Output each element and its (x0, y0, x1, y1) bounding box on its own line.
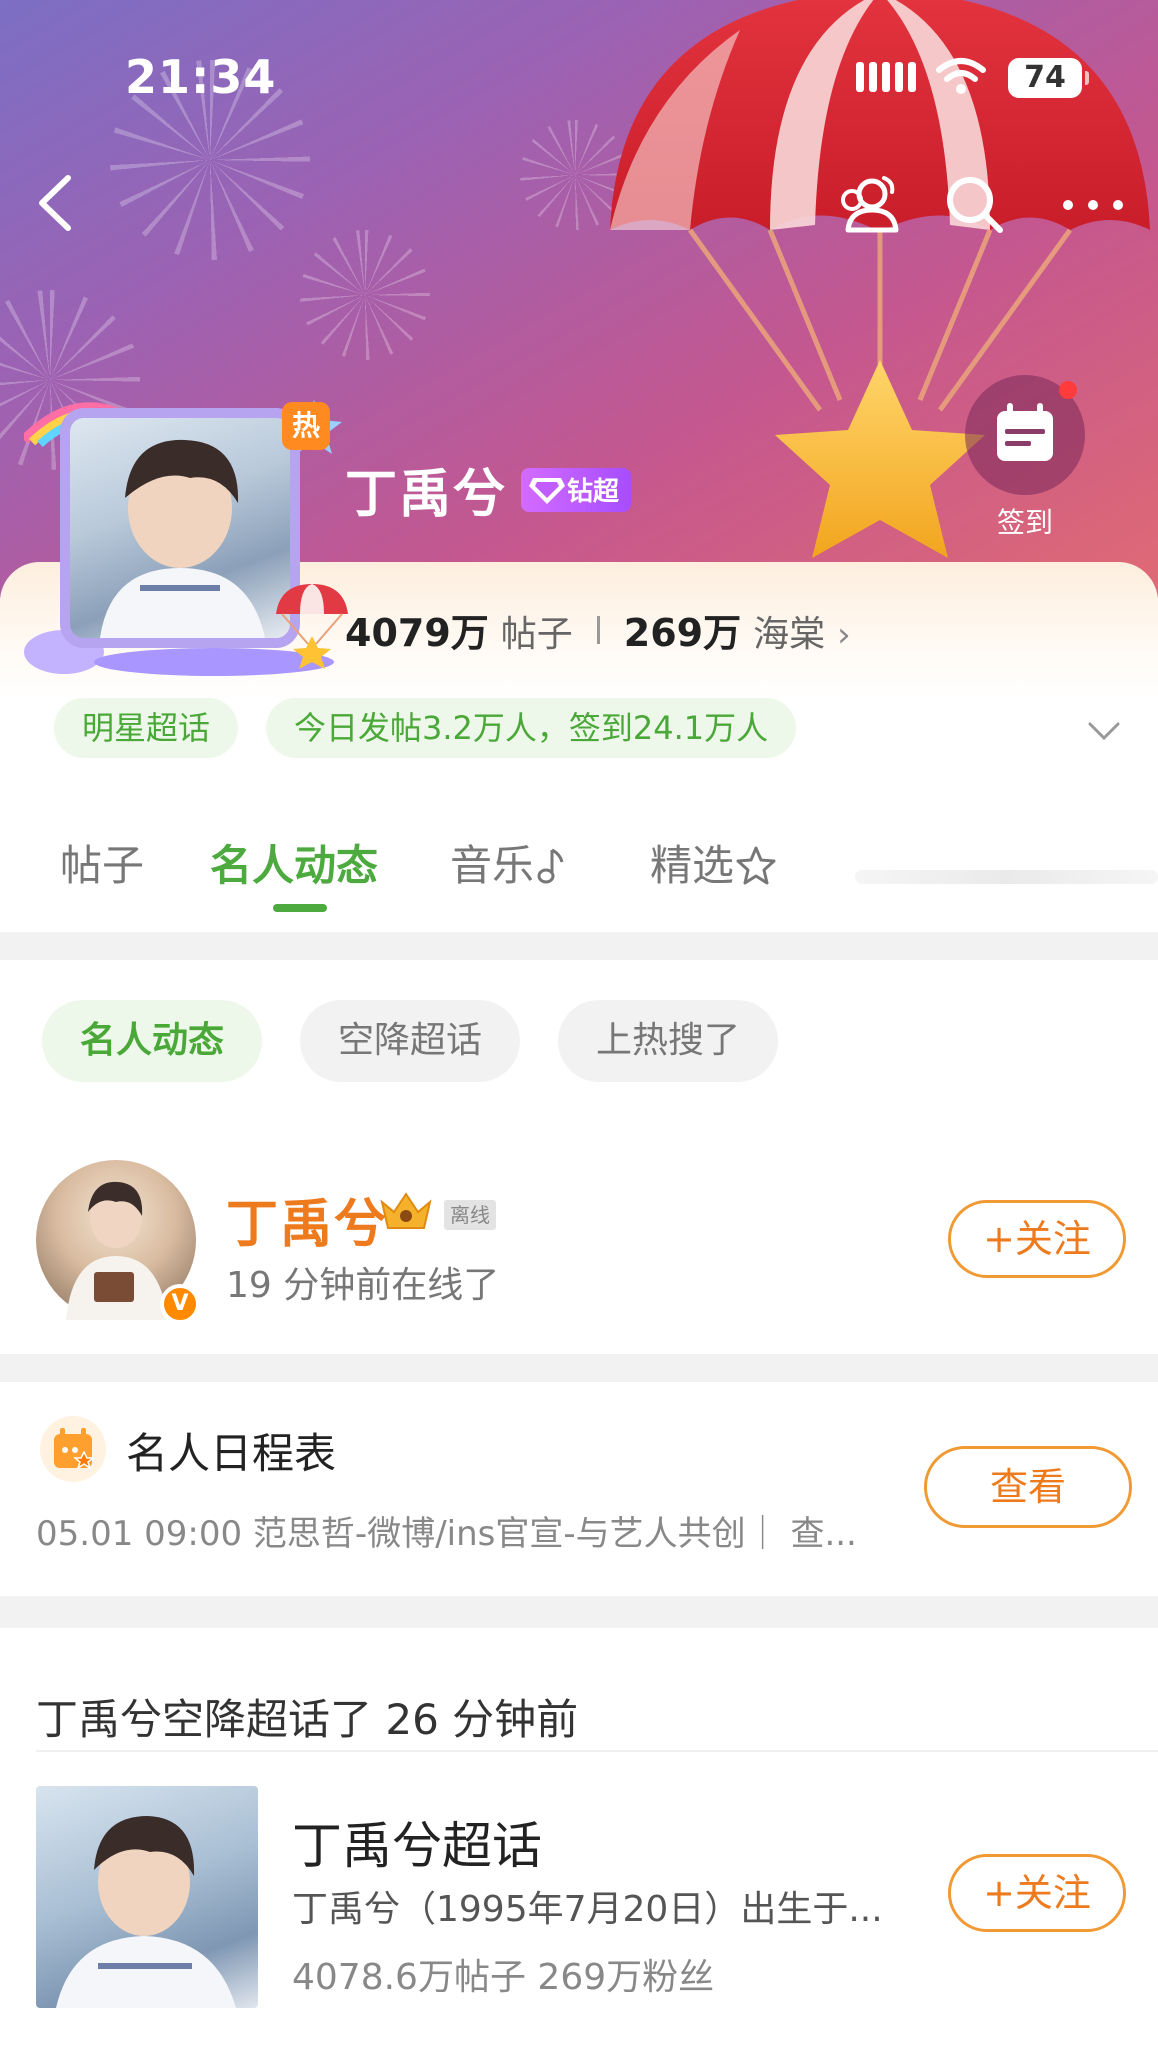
schedule-section[interactable]: 名人日程表 05.01 09:00 范思哲-微博/ins官宣-与艺人共创｜ 查.… (0, 1382, 1158, 1596)
back-icon[interactable] (30, 168, 80, 238)
hot-badge: 热 (282, 402, 330, 450)
feed-headline: 丁禹兮空降超话了 26 分钟前 (36, 1695, 579, 1744)
active-tab-indicator (273, 904, 327, 912)
people-icon[interactable] (832, 170, 902, 240)
music-note-icon (537, 848, 564, 884)
checkin-button[interactable]: 签到 (965, 375, 1085, 541)
topic-name[interactable]: 丁禹兮超话 (292, 1806, 542, 1878)
offline-tag: 离线 (444, 1200, 496, 1230)
diamond-badge-label: 钻超 (567, 477, 620, 507)
crown-icon (380, 1192, 432, 1229)
diamond-badge[interactable]: 钻超 (521, 467, 632, 512)
schedule-title: 名人日程表 (126, 1429, 337, 1478)
topic-title-row: 丁禹兮 钻超 (345, 452, 632, 527)
tab-bar: 帖子 名人动态 音乐 精选 (0, 792, 1158, 932)
topic-description: 丁禹兮（1995年7月20日）出生于... (292, 1889, 883, 1930)
feed-item: 丁禹兮空降超话了 26 分钟前 丁禹兮超话 丁禹兮（1995年7月20日）出生于… (0, 1628, 1158, 2046)
posts-count: 4079万 (345, 611, 489, 655)
tab-posts[interactable]: 帖子 (60, 832, 144, 893)
notification-dot (1059, 381, 1077, 399)
fans-label: 海棠 (753, 614, 826, 655)
filter-celebrity-activity[interactable]: 名人动态 (42, 1000, 263, 1082)
topic-thumbnail[interactable] (36, 1786, 258, 2008)
topic-stats: 4078.6万帖子 269万粉丝 (292, 1957, 715, 1998)
avatar (60, 408, 300, 648)
view-schedule-button[interactable]: 查看 (924, 1446, 1132, 1528)
fans-count: 269万 (623, 611, 742, 655)
posts-label: 帖子 (500, 614, 573, 655)
celebrity-name[interactable]: 丁禹兮 (226, 1182, 388, 1257)
checkin-label: 签到 (996, 506, 1053, 539)
battery-indicator: 74 (1008, 58, 1089, 98)
schedule-detail: 05.01 09:00 范思哲-微博/ins官宣-与艺人共创｜ 查... (36, 1514, 857, 1554)
celebrity-section: 名人动态 空降超话 上热搜了 V 丁禹兮 离线 19 分钟前在线了 +关注 (0, 960, 1158, 1354)
activity-pill[interactable]: 今日发帖3.2万人，签到24.1万人 (266, 698, 797, 758)
chevron-down-icon[interactable] (1084, 710, 1124, 750)
filter-trending[interactable]: 上热搜了 (558, 1000, 779, 1082)
category-pill[interactable]: 明星超话 (54, 698, 239, 758)
topic-pills: 明星超话 今日发帖3.2万人，签到24.1万人 (54, 698, 797, 758)
filter-airdrop[interactable]: 空降超话 (300, 1000, 521, 1082)
page-title: 丁禹兮 (345, 465, 508, 525)
parachute-badge-icon (276, 584, 348, 669)
person-silhouette (100, 439, 265, 638)
schedule-icon (40, 1416, 106, 1482)
topic-stats[interactable]: 4079万 帖子 269万 海棠 › (345, 602, 851, 657)
follow-button[interactable]: +关注 (948, 1200, 1126, 1278)
tab-music[interactable]: 音乐 (450, 832, 564, 893)
more-icon[interactable] (1058, 170, 1128, 240)
signal-icon (856, 62, 916, 92)
person-silhouette (56, 1816, 236, 2008)
divider (36, 1750, 1158, 1752)
calendar-icon (54, 1428, 96, 1470)
tab-featured-label: 精选 (650, 841, 735, 890)
firework-decoration (300, 230, 430, 360)
wifi-icon (936, 58, 986, 94)
tab-music-label: 音乐 (450, 841, 535, 890)
follow-topic-button[interactable]: +关注 (948, 1854, 1126, 1932)
status-time: 21:34 (125, 50, 277, 104)
stats-divider (596, 615, 600, 644)
last-online-text: 19 分钟前在线了 (226, 1265, 500, 1306)
checkin-circle (965, 375, 1085, 495)
chevron-right-icon: › (837, 615, 851, 655)
topic-avatar[interactable]: 热 (24, 380, 348, 680)
tab-featured[interactable]: 精选 (650, 832, 778, 893)
diamond-icon (529, 477, 566, 504)
verified-badge: V (160, 1284, 200, 1324)
search-icon[interactable] (940, 170, 1010, 240)
status-bar: 21:34 74 (0, 0, 1158, 150)
tab-overflow-fade (855, 870, 1158, 884)
star-icon (736, 846, 776, 885)
tab-celebrity-activity[interactable]: 名人动态 (210, 832, 378, 893)
